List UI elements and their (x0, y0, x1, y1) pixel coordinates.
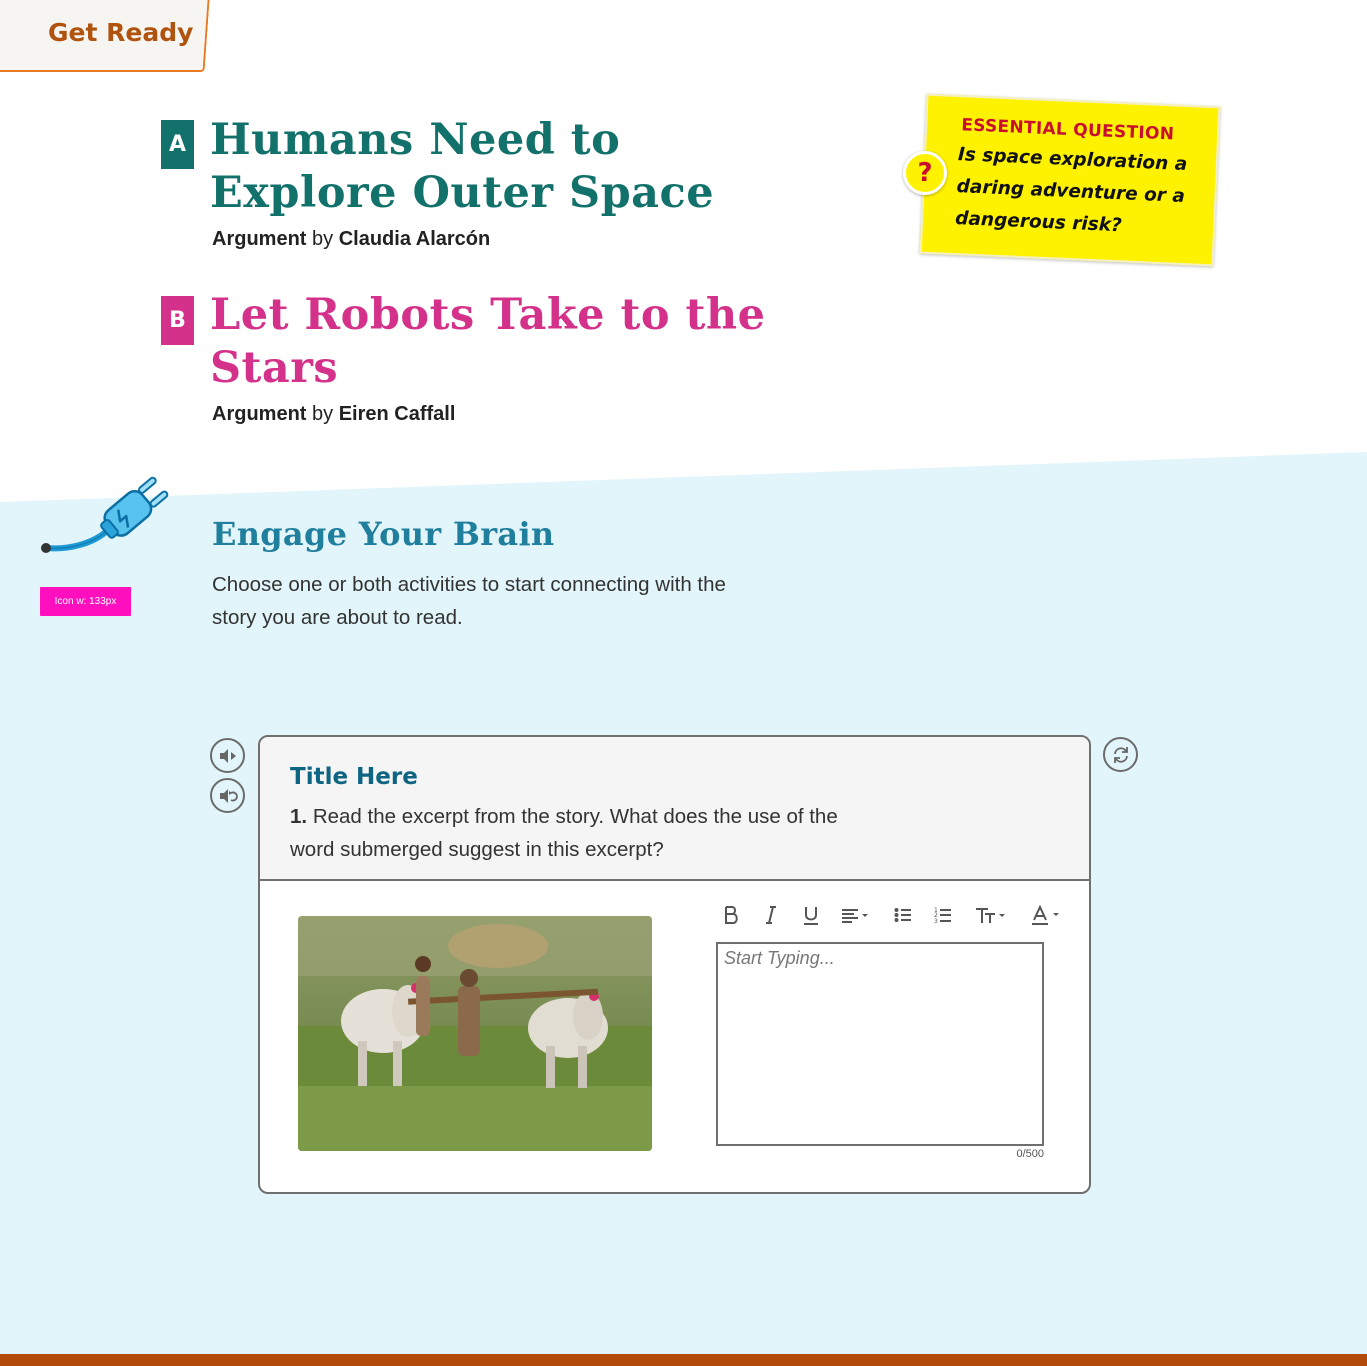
svg-text:3: 3 (934, 918, 938, 924)
play-audio-button[interactable] (210, 738, 245, 773)
electric-plug-icon (41, 476, 169, 553)
italic-button[interactable] (755, 899, 787, 931)
bullet-list-icon (894, 908, 911, 922)
question-mark-icon: ? (903, 151, 947, 195)
get-ready-tab: Get Ready (48, 18, 194, 47)
editor-placeholder: Start Typing... (724, 948, 835, 968)
selection-b-genre: Argument (212, 403, 307, 425)
selection-a-by: by (312, 228, 334, 250)
selection-a-byline: Argument by Claudia Alarcón (212, 228, 490, 251)
text-color-dropdown[interactable] (1027, 899, 1067, 931)
italic-icon (766, 906, 776, 924)
icon-size-note: Icon w: 133px (40, 587, 131, 616)
bold-icon (725, 906, 738, 924)
activity-question: 1. Read the excerpt from the story. What… (290, 800, 870, 866)
selection-b-title: Let Robots Take to the Stars (210, 290, 766, 393)
engage-description: Choose one or both activities to start c… (212, 573, 726, 629)
text-size-icon (976, 908, 1005, 923)
replay-audio-button[interactable] (210, 778, 245, 813)
char-count: 0/500 (1016, 1148, 1044, 1160)
essential-question-text: Is space exploration a daring adventure … (954, 144, 1188, 237)
selection-b-badge: B (161, 296, 194, 345)
activity-title: Title Here (290, 764, 418, 790)
text-color-icon (1032, 905, 1059, 925)
selection-b-author: Eiren Caffall (338, 403, 456, 425)
response-editor[interactable]: Start Typing... (716, 942, 1044, 1146)
numbered-list-icon: 123 (934, 907, 951, 924)
photo-farmers-plowing-with-oxen (298, 916, 652, 1151)
text-size-dropdown[interactable] (971, 899, 1011, 931)
page: Get Ready A Humans Need to Explore Outer… (0, 0, 1367, 1366)
refresh-icon (1113, 746, 1128, 763)
activity-card: Title Here 1. Read the excerpt from the … (258, 735, 1091, 1194)
engage-title: Engage Your Brain (212, 515, 555, 553)
selection-a-genre: Argument (212, 228, 307, 250)
selection-b-by: by (312, 403, 334, 425)
footer-bar (0, 1354, 1367, 1366)
selection-a-badge: A (161, 120, 194, 169)
reset-button[interactable] (1103, 737, 1138, 772)
essential-question-card: ESSENTIAL QUESTION Is space exploration … (919, 93, 1221, 267)
selection-a-title: Humans Need to Explore Outer Space (210, 115, 715, 218)
question-number: 1. (290, 805, 308, 828)
activity-card-header: Title Here 1. Read the excerpt from the … (260, 737, 1089, 881)
selection-b-byline: Argument by Eiren Caffall (212, 403, 455, 426)
bullet-list-button[interactable] (887, 899, 919, 931)
underline-icon (804, 907, 818, 925)
underline-button[interactable] (795, 899, 827, 931)
speaker-replay-icon (219, 788, 238, 803)
selection-a-author: Claudia Alarcón (338, 228, 491, 250)
align-left-icon (842, 909, 868, 923)
editor-toolbar: 123 (715, 899, 1075, 933)
question-text: Read the excerpt from the story. What do… (290, 805, 838, 861)
align-dropdown[interactable] (835, 899, 875, 931)
bold-button[interactable] (715, 899, 747, 931)
numbered-list-button[interactable]: 123 (927, 899, 959, 931)
speaker-play-icon (219, 748, 236, 763)
